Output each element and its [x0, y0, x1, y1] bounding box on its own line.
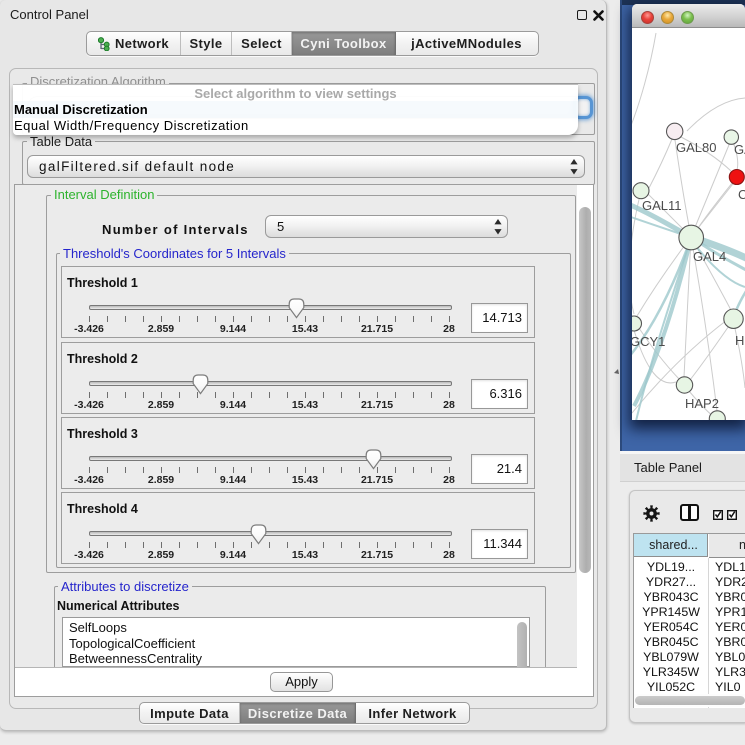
svg-text:GCY1: GCY1: [632, 334, 665, 349]
svg-text:GAL80: GAL80: [676, 140, 716, 155]
svg-text:HAP2: HAP2: [685, 396, 719, 411]
svg-text:H: H: [735, 333, 744, 348]
svg-text:GA: GA: [734, 142, 745, 157]
svg-text:GAL4: GAL4: [693, 249, 726, 264]
svg-text:C: C: [738, 187, 745, 202]
svg-text:GAL11: GAL11: [642, 198, 682, 213]
